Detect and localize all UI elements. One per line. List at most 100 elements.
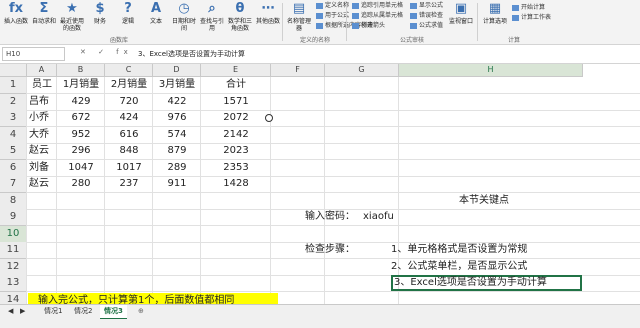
lookup-button[interactable]: ⌕ 查找与引用 <box>198 1 226 32</box>
highlight-note[interactable]: 输入完公式，只计算第1个，后面数值都相同 <box>28 292 278 304</box>
sales-value-cell[interactable]: 1017 <box>105 160 153 176</box>
row-header-7[interactable]: 7 <box>0 176 27 193</box>
logical-button[interactable]: ? 逻辑 <box>114 1 142 25</box>
row-header-1[interactable]: 1 <box>0 77 27 94</box>
row-header-5[interactable]: 5 <box>0 143 27 160</box>
sales-value-cell[interactable]: 429 <box>57 94 105 110</box>
table-header-cell[interactable]: 3月销量 <box>153 77 201 93</box>
row-header-9[interactable]: 9 <box>0 209 27 226</box>
row-header-14[interactable]: 14 <box>0 291 27 304</box>
defined-name-icon <box>316 12 323 19</box>
row-header-11[interactable]: 11 <box>0 242 27 259</box>
sales-value-cell[interactable]: 2353 <box>201 160 271 176</box>
sales-value-cell[interactable]: 280 <box>57 176 105 192</box>
sales-value-cell[interactable]: 422 <box>153 94 201 110</box>
auditing-item[interactable]: 移去箭头 <box>352 22 385 30</box>
auditing-item[interactable]: 追踪从属单元格 <box>352 12 403 20</box>
check-step-2[interactable]: 2、公式菜单栏，是否显示公式 <box>391 259 527 275</box>
column-header-a[interactable]: A <box>27 64 57 77</box>
table-header-cell[interactable]: 合计 <box>201 77 271 93</box>
sales-value-cell[interactable]: 976 <box>153 110 201 126</box>
auditing-item[interactable]: 显示公式 <box>410 2 443 10</box>
name-box[interactable]: H10 <box>2 47 65 61</box>
more-functions-button[interactable]: ⋯ 其他函数 <box>254 1 282 25</box>
sales-value-cell[interactable]: 237 <box>105 176 153 192</box>
recent-functions-button[interactable]: ★ 最近使用的函数 <box>58 1 86 32</box>
auditing-item[interactable]: 错误检查 <box>410 12 443 20</box>
sales-value-cell[interactable]: 289 <box>153 160 201 176</box>
sales-value-cell[interactable]: 911 <box>153 176 201 192</box>
employee-name-cell[interactable]: 赵云 <box>29 176 49 192</box>
select-all-corner[interactable] <box>0 64 27 77</box>
table-header-cell[interactable]: 员工 <box>27 77 57 93</box>
employee-name-cell[interactable]: 大乔 <box>29 127 49 143</box>
table-header-cell[interactable]: 2月销量 <box>105 77 153 93</box>
column-header-h[interactable]: H <box>399 64 583 77</box>
column-header-e[interactable]: E <box>201 64 271 77</box>
sales-value-cell[interactable]: 2023 <box>201 143 271 159</box>
math-trig-button[interactable]: θ 数学和三角函数 <box>226 1 254 32</box>
sales-value-cell[interactable]: 672 <box>57 110 105 126</box>
row-header-4[interactable]: 4 <box>0 126 27 144</box>
employee-name-cell[interactable]: 吕布 <box>29 94 49 110</box>
sheet-tab-3[interactable]: 情况3 <box>100 305 127 320</box>
column-header-d[interactable]: D <box>153 64 201 77</box>
row-header-8[interactable]: 8 <box>0 192 27 210</box>
sales-value-cell[interactable]: 424 <box>105 110 153 126</box>
formula-bar-icons[interactable]: ✕ ✓ fx <box>80 48 133 56</box>
text-button[interactable]: A 文本 <box>142 1 170 25</box>
auditing-item[interactable]: 追踪引用单元格 <box>352 2 403 10</box>
financial-button[interactable]: $ 财务 <box>86 1 114 25</box>
password-label[interactable]: 输入密码： <box>305 209 355 225</box>
sheet-tab-1[interactable]: 情况1 <box>40 305 66 318</box>
next-sheet-icon[interactable]: ▶ <box>16 305 29 318</box>
table-header-cell[interactable]: 1月销量 <box>57 77 105 93</box>
sales-value-cell[interactable]: 616 <box>105 127 153 143</box>
check-steps-label[interactable]: 检查步骤： <box>305 242 355 258</box>
sheet-tab-2[interactable]: 情况2 <box>70 305 96 318</box>
column-header-b[interactable]: B <box>57 64 105 77</box>
sales-value-cell[interactable]: 1047 <box>57 160 105 176</box>
password-value[interactable]: xiaofu <box>363 209 394 225</box>
employee-name-cell[interactable]: 小乔 <box>29 110 49 126</box>
defined-name-item[interactable]: 用于公式 <box>316 12 349 20</box>
row-header-3[interactable]: 3 <box>0 110 27 127</box>
sales-value-cell[interactable]: 2142 <box>201 127 271 143</box>
formula-input[interactable]: 3、Excel选项是否设置为手动计算 <box>138 49 245 59</box>
autosum-button[interactable]: Σ 自动求和 <box>30 1 58 25</box>
sales-value-cell[interactable]: 1428 <box>201 176 271 192</box>
auditing-item[interactable]: 公式求值 <box>410 22 443 30</box>
sales-value-cell[interactable]: 574 <box>153 127 201 143</box>
column-header-f[interactable]: F <box>271 64 325 77</box>
sales-value-cell[interactable]: 952 <box>57 127 105 143</box>
calc-item[interactable]: 计算工作表 <box>512 14 551 22</box>
fill-handle-icon[interactable] <box>265 114 273 122</box>
row-header-6[interactable]: 6 <box>0 159 27 177</box>
calc-options-button[interactable]: ▦ 计算选项 <box>480 1 510 25</box>
sales-value-cell[interactable]: 848 <box>105 143 153 159</box>
defined-name-item[interactable]: 定义名称 <box>316 2 349 10</box>
sales-value-cell[interactable]: 879 <box>153 143 201 159</box>
add-sheet-icon[interactable]: ⊕ <box>134 305 148 318</box>
check-step-3-selected-cell[interactable]: 3、Excel选项是否设置为手动计算 <box>391 275 582 291</box>
employee-name-cell[interactable]: 赵云 <box>29 143 49 159</box>
sales-value-cell[interactable]: 296 <box>57 143 105 159</box>
watch-window-button[interactable]: ▣ 监视窗口 <box>446 1 476 25</box>
date-time-button[interactable]: ◷ 日期和时间 <box>170 1 198 32</box>
row-header-12[interactable]: 12 <box>0 258 27 276</box>
employee-name-cell[interactable]: 刘备 <box>29 160 49 176</box>
column-header-g[interactable]: G <box>325 64 399 77</box>
insert-function-button[interactable]: fx 插入函数 <box>2 1 30 25</box>
notes-title[interactable]: 本节关键点 <box>459 193 509 209</box>
check-step-1[interactable]: 1、单元格格式是否设置为常规 <box>391 242 527 258</box>
sales-value-cell[interactable]: 2072 <box>201 110 271 126</box>
column-header-c[interactable]: C <box>105 64 153 77</box>
name-manager-button[interactable]: ▤ 名称管理器 <box>285 1 313 32</box>
row-header-2[interactable]: 2 <box>0 93 27 111</box>
calc-item[interactable]: 开始计算 <box>512 4 545 12</box>
sales-value-cell[interactable]: 1571 <box>201 94 271 110</box>
sales-value-cell[interactable]: 720 <box>105 94 153 110</box>
auditing-icon <box>410 2 417 9</box>
row-header-13[interactable]: 13 <box>0 275 27 292</box>
row-header-10[interactable]: 10 <box>0 225 27 243</box>
